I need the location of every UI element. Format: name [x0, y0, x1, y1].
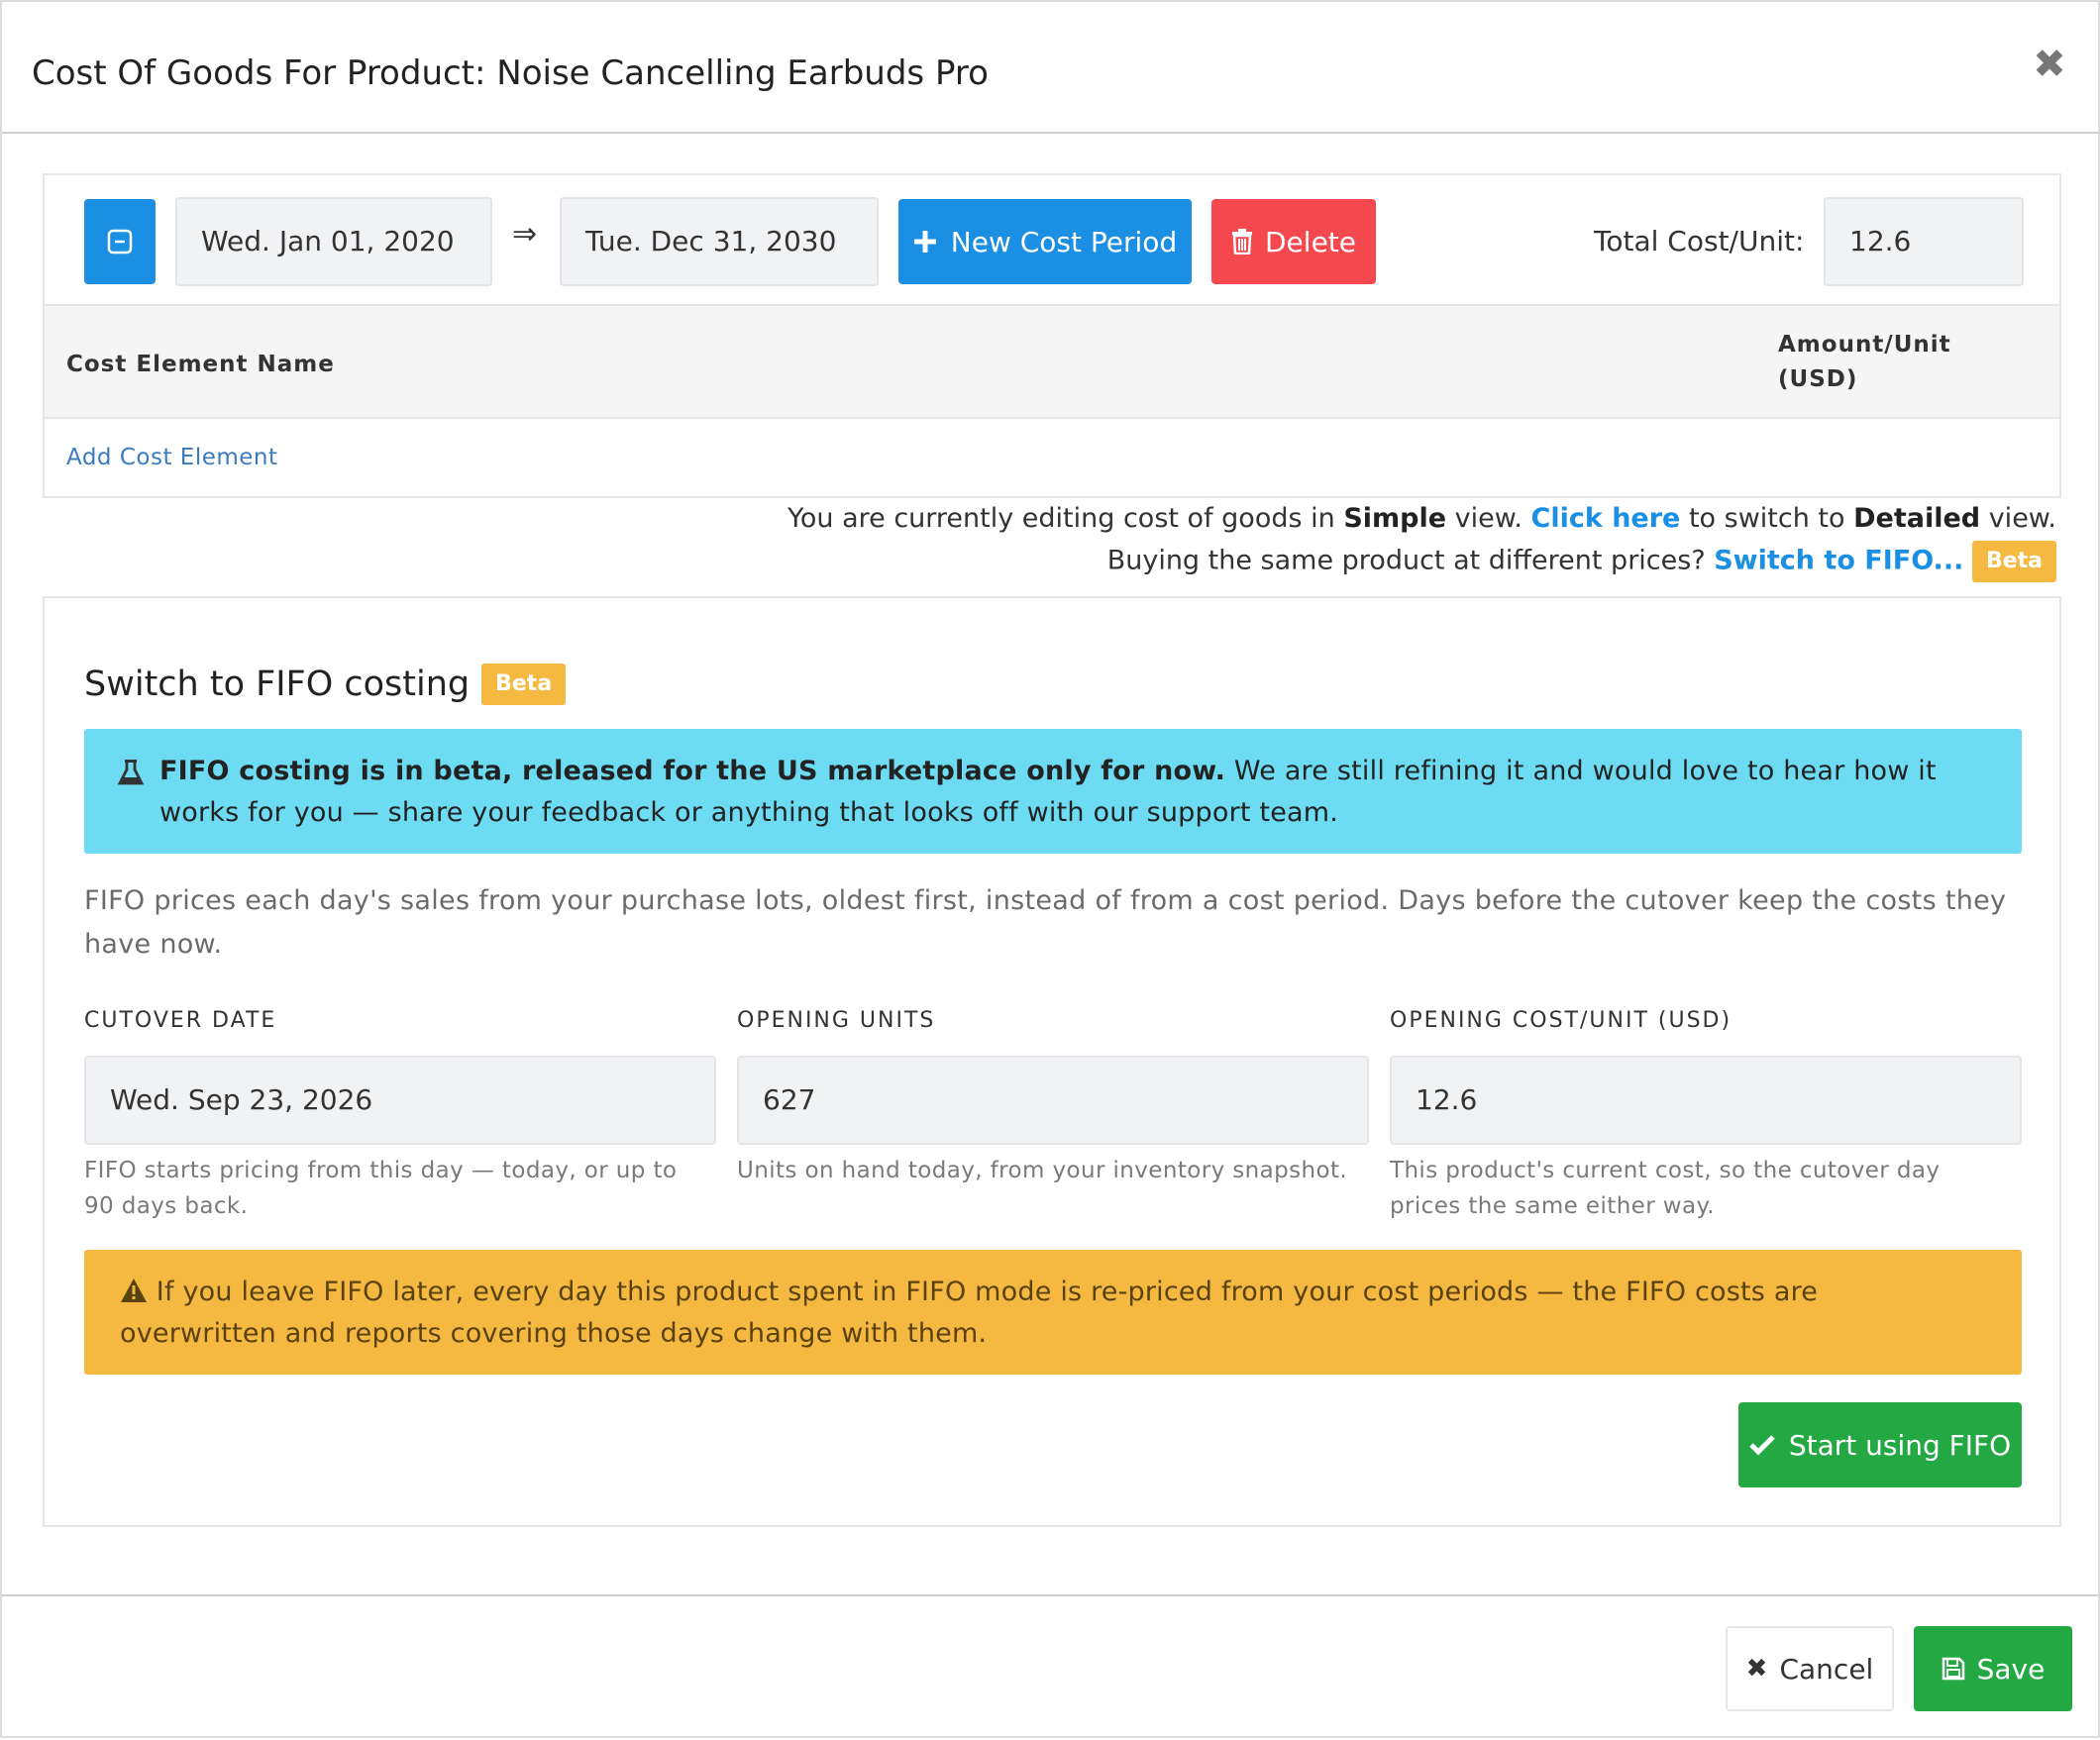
- opening-units-help: Units on hand today, from your inventory…: [737, 1158, 1348, 1183]
- plus-icon: [913, 231, 936, 253]
- delete-label: Delete: [1265, 225, 1356, 258]
- view-info-text: to switch to: [1680, 503, 1854, 534]
- opening-cost-label: OPENING COST/UNIT (USD): [1390, 1008, 1732, 1033]
- date-range-arrow: ⇒: [512, 217, 538, 252]
- cancel-x-icon: ✖: [1745, 1654, 1768, 1684]
- fifo-warning-message: If you leave FIFO later, every day this …: [120, 1277, 1819, 1349]
- view-info-text: view.: [1980, 503, 2056, 534]
- fifo-title-text: Switch to FIFO costing: [84, 665, 471, 704]
- start-using-fifo-label: Start using FIFO: [1788, 1428, 2012, 1462]
- opening-units-label: OPENING UNITS: [737, 1008, 936, 1033]
- trash-icon: [1232, 229, 1252, 255]
- delete-button[interactable]: Delete: [1211, 199, 1376, 284]
- switch-view-link[interactable]: Click here: [1531, 503, 1681, 534]
- collapse-icon: [107, 229, 133, 255]
- detailed-view-label: Detailed: [1853, 503, 1981, 534]
- fifo-panel: Switch to FIFO costing Beta FIFO costing…: [43, 596, 2061, 1527]
- view-info-text: You are currently editing cost of goods …: [787, 503, 1344, 534]
- new-cost-period-label: New Cost Period: [950, 225, 1178, 258]
- cost-period-toolbar: Wed. Jan 01, 2020 ⇒ Tue. Dec 31, 2030 Ne…: [45, 175, 2059, 304]
- beta-badge: Beta: [481, 664, 567, 705]
- switch-to-fifo-link[interactable]: Switch to FIFO...: [1714, 546, 1963, 576]
- modal-title: Cost Of Goods For Product: Noise Cancell…: [32, 53, 989, 93]
- fifo-warning-text: If you leave FIFO later, every day this …: [120, 1272, 1982, 1355]
- flask-icon: [118, 760, 144, 785]
- collapse-button[interactable]: [84, 199, 156, 284]
- fifo-description: FIFO prices each day's sales from your p…: [84, 885, 2007, 960]
- save-button[interactable]: Save: [1914, 1626, 2072, 1711]
- warning-icon: [121, 1279, 147, 1302]
- view-mode-info: You are currently editing cost of goods …: [788, 503, 2056, 534]
- cancel-button[interactable]: ✖ Cancel: [1726, 1626, 1894, 1711]
- cost-period-panel: Wed. Jan 01, 2020 ⇒ Tue. Dec 31, 2030 Ne…: [43, 173, 2061, 498]
- total-cost-label: Total Cost/Unit:: [1594, 225, 1805, 257]
- opening-cost-input[interactable]: 12.6: [1390, 1056, 2022, 1145]
- end-date-input[interactable]: Tue. Dec 31, 2030: [560, 197, 879, 286]
- cutover-date-help: FIFO starts pricing from this day — toda…: [84, 1158, 678, 1219]
- cutover-date-input[interactable]: Wed. Sep 23, 2026: [84, 1056, 716, 1145]
- start-using-fifo-button[interactable]: Start using FIFO: [1738, 1402, 2022, 1487]
- save-icon: [1942, 1657, 1964, 1681]
- fifo-beta-info-bold: FIFO costing is in beta, released for th…: [159, 756, 1226, 786]
- column-header-amount-per-unit: Amount/Unit (USD): [1778, 332, 1951, 392]
- beta-badge: Beta: [1971, 541, 2056, 582]
- start-date-input[interactable]: Wed. Jan 01, 2020: [175, 197, 492, 286]
- cancel-label: Cancel: [1779, 1652, 1874, 1686]
- fifo-beta-info-alert: FIFO costing is in beta, released for th…: [84, 729, 2022, 854]
- fifo-beta-info-text: FIFO costing is in beta, released for th…: [159, 751, 1982, 834]
- fifo-prompt: Buying the same product at different pri…: [1107, 541, 2056, 582]
- save-label: Save: [1976, 1652, 2046, 1686]
- cost-elements-table-header: Cost Element Name Amount/Unit (USD): [45, 304, 2059, 419]
- opening-units-input[interactable]: 627: [737, 1056, 1369, 1145]
- modal-footer: ✖ Cancel Save: [2, 1594, 2100, 1740]
- fifo-prompt-text: Buying the same product at different pri…: [1106, 545, 1715, 576]
- add-cost-element-link[interactable]: Add Cost Element: [66, 445, 278, 470]
- cutover-date-label: CUTOVER DATE: [84, 1008, 277, 1033]
- view-info-text: view.: [1446, 503, 1531, 534]
- close-icon[interactable]: ✖: [2029, 44, 2070, 85]
- simple-view-label: Simple: [1343, 503, 1447, 534]
- column-header-cost-element-name: Cost Element Name: [66, 352, 335, 377]
- cost-of-goods-modal: Cost Of Goods For Product: Noise Cancell…: [0, 0, 2100, 1738]
- total-cost-value: 12.6: [1824, 197, 2024, 286]
- new-cost-period-button[interactable]: New Cost Period: [898, 199, 1192, 284]
- modal-header: Cost Of Goods For Product: Noise Cancell…: [2, 2, 2100, 134]
- fifo-warning-alert: If you leave FIFO later, every day this …: [84, 1250, 2022, 1375]
- opening-cost-help: This product's current cost, so the cuto…: [1390, 1158, 1941, 1219]
- fifo-section-title: Switch to FIFO costing Beta: [84, 664, 567, 705]
- check-icon: [1749, 1435, 1775, 1456]
